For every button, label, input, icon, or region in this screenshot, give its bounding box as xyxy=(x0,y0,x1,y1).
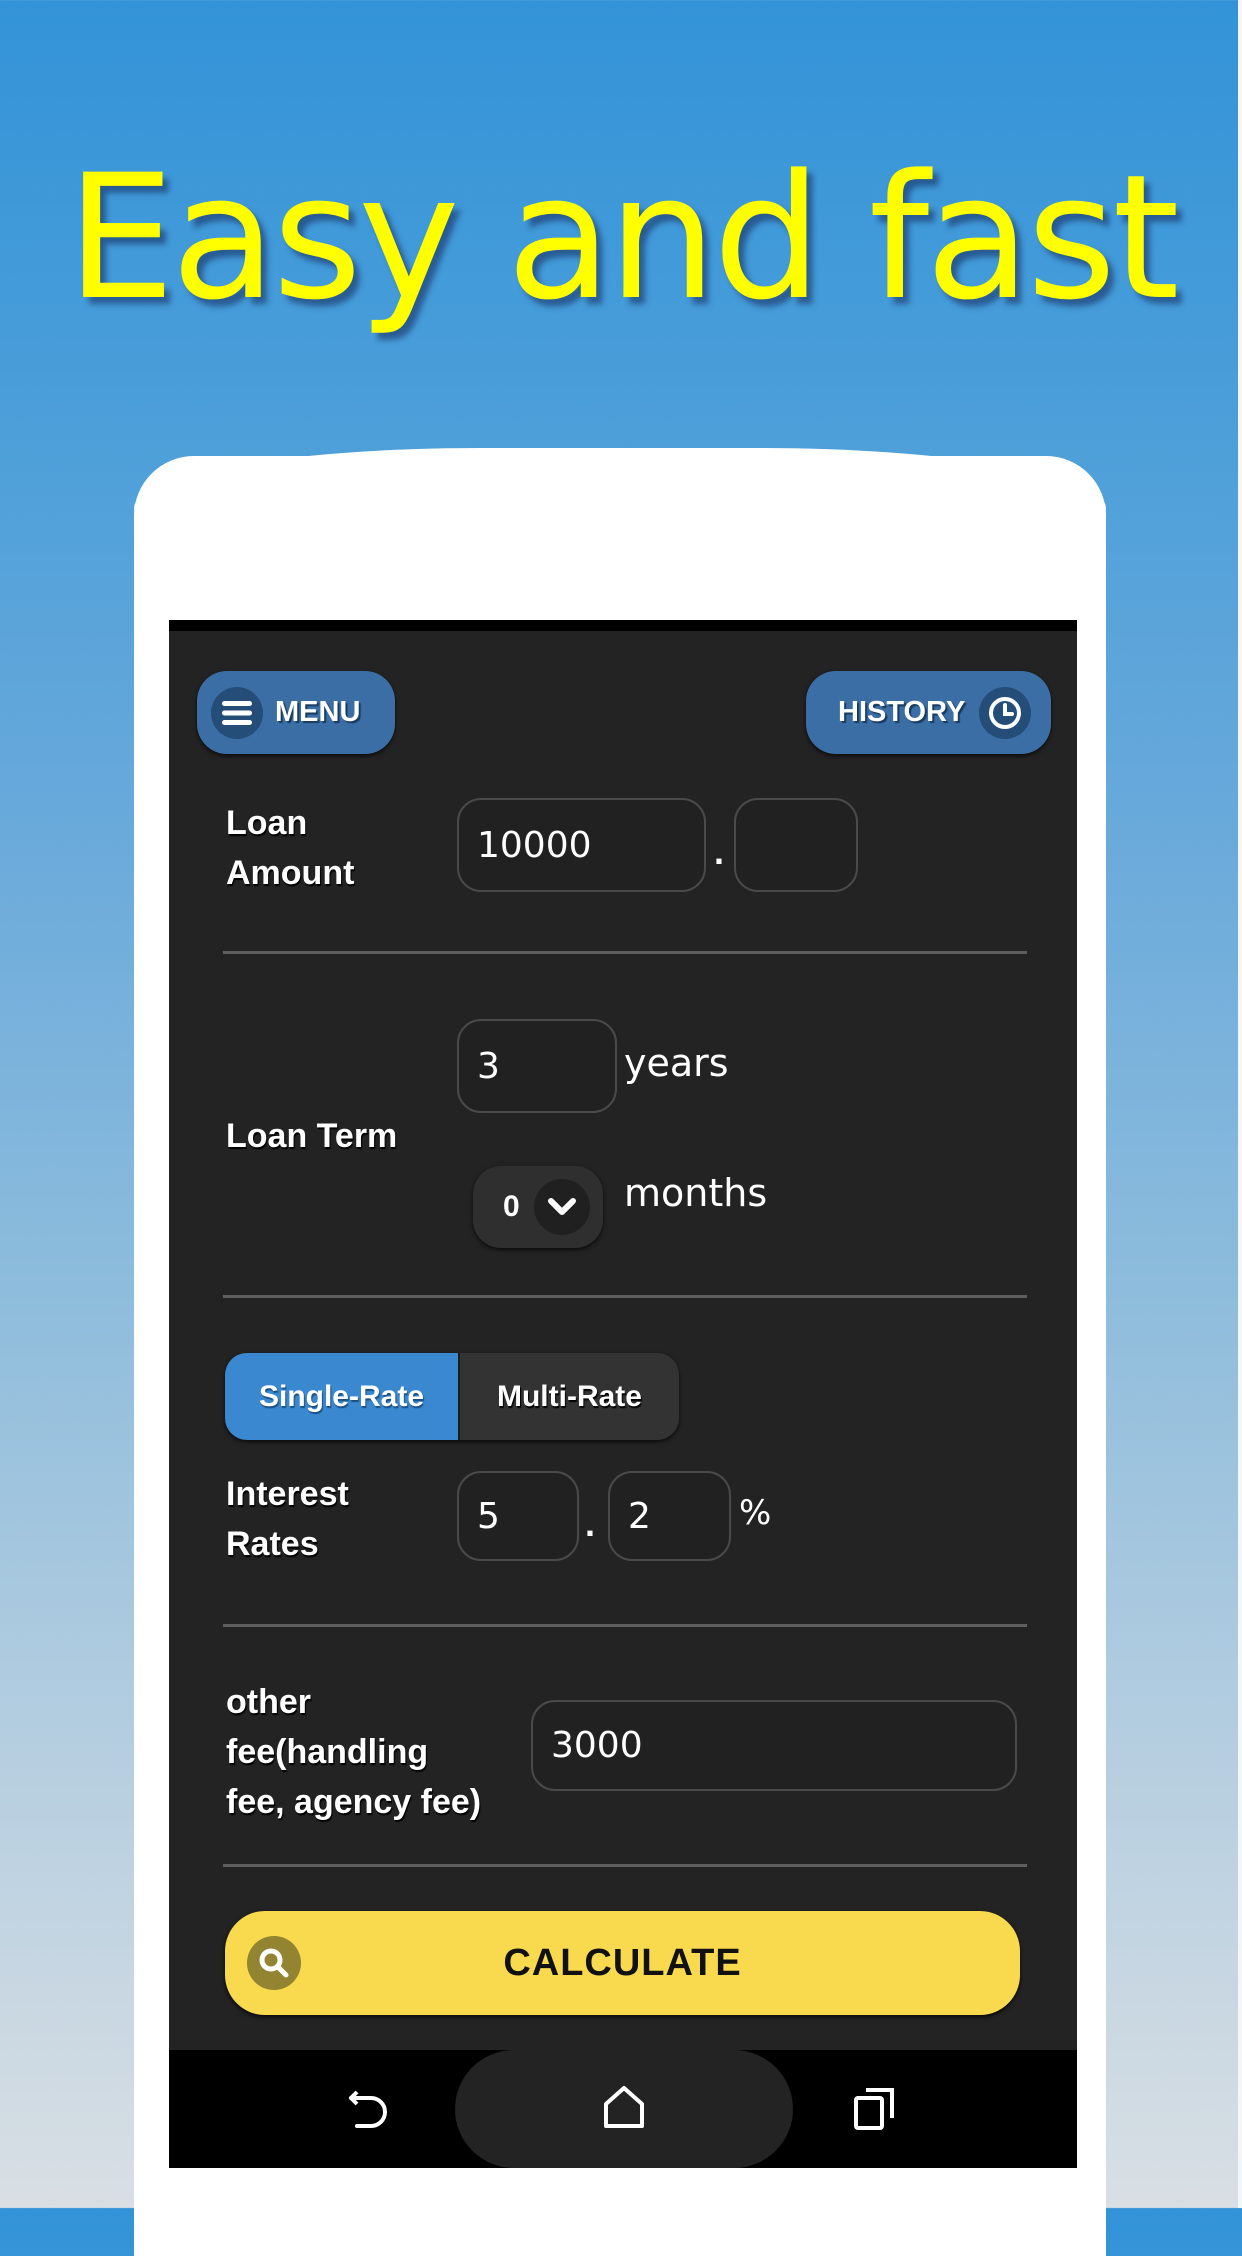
loan-term-years-input[interactable]: 3 xyxy=(457,1019,617,1113)
interest-integer-input[interactable]: 5 xyxy=(457,1471,579,1561)
rate-type-tabs: Single-Rate Multi-Rate xyxy=(225,1353,679,1440)
loan-amount-label-line1: Loan xyxy=(226,804,308,842)
hamburger-icon xyxy=(211,686,263,739)
interest-label-line2: Rates xyxy=(226,1525,319,1563)
history-button[interactable]: HISTORY xyxy=(806,671,1051,754)
interest-rates-label: Interest Rates xyxy=(226,1469,349,1569)
months-unit-label: months xyxy=(624,1171,768,1215)
menu-label: MENU xyxy=(275,696,361,728)
interest-decimal-input[interactable]: 2 xyxy=(608,1471,731,1561)
loan-amount-label: Loan Amount xyxy=(226,798,354,898)
loan-amount-label-line2: Amount xyxy=(226,854,355,892)
years-unit-label: years xyxy=(624,1041,729,1085)
tab-single-rate[interactable]: Single-Rate xyxy=(225,1353,458,1440)
divider xyxy=(223,1624,1027,1627)
loan-amount-decimal-point: . xyxy=(714,831,725,872)
loan-term-label: Loan Term xyxy=(226,1117,398,1155)
chevron-down-icon xyxy=(533,1179,590,1235)
other-fee-label: other fee(handling fee, agency fee) xyxy=(226,1677,481,1827)
loan-term-months-select[interactable]: 0 xyxy=(473,1166,603,1248)
menu-button[interactable]: MENU xyxy=(197,671,395,754)
interest-decimal-point: . xyxy=(585,1503,596,1544)
divider xyxy=(223,951,1027,954)
loan-amount-decimal-input[interactable] xyxy=(734,798,858,892)
clock-icon xyxy=(979,686,1032,739)
other-fee-label-line2: fee(handling xyxy=(226,1733,429,1771)
interest-label-line1: Interest xyxy=(226,1475,349,1513)
calculate-label: CALCULATE xyxy=(503,1941,742,1984)
back-icon[interactable] xyxy=(343,2082,397,2136)
other-fee-label-line1: other xyxy=(226,1683,311,1721)
app-screen: MENU HISTORY Loan Amount 10000 . Loan Te… xyxy=(169,620,1077,2050)
recent-apps-icon[interactable] xyxy=(849,2082,903,2136)
home-icon[interactable] xyxy=(597,2082,651,2136)
history-label: HISTORY xyxy=(838,696,966,728)
promo-headline: Easy and fast xyxy=(66,137,1179,338)
tab-multi-rate[interactable]: Multi-Rate xyxy=(457,1353,679,1440)
divider xyxy=(223,1295,1027,1298)
other-fee-label-line3: fee, agency fee) xyxy=(226,1783,482,1821)
percent-unit-label: % xyxy=(739,1493,772,1533)
other-fee-input[interactable]: 3000 xyxy=(531,1700,1017,1791)
system-navigation-bar xyxy=(169,2050,1077,2168)
divider xyxy=(223,1864,1027,1867)
calculate-button[interactable]: CALCULATE xyxy=(225,1911,1020,2015)
loan-amount-integer-input[interactable]: 10000 xyxy=(457,798,706,892)
months-selected-value: 0 xyxy=(503,1190,520,1223)
